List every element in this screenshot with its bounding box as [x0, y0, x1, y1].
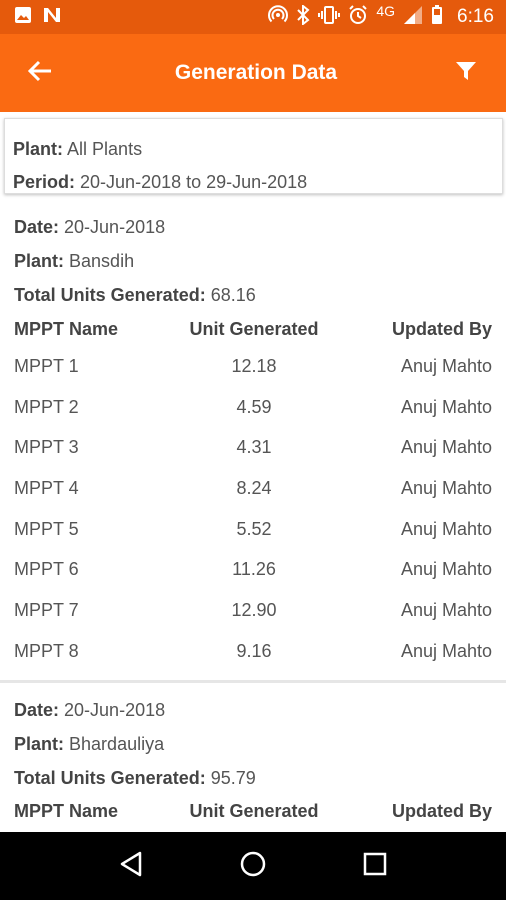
date-value: 20-Jun-2018	[64, 699, 166, 720]
date-value: 20-Jun-2018	[64, 217, 166, 237]
mppt-name-cell: MPPT 5	[14, 518, 79, 539]
updated-by-cell: Anuj Mahto	[400, 355, 492, 376]
block-date-row: Date: 20-Jun-2018	[14, 210, 492, 244]
image-notification-icon	[14, 6, 32, 29]
block-plant-row: Plant: Bansdih	[14, 244, 492, 278]
signal-icon	[403, 5, 423, 30]
plant-value: Bansdih	[69, 251, 135, 271]
filter-button[interactable]	[426, 34, 506, 112]
unit-generated-cell: 9.16	[236, 640, 272, 661]
column-header-unit-generated: Unit Generated	[189, 801, 319, 821]
table-header: MPPT Name Unit Generated Updated By	[14, 312, 492, 346]
circle-home-icon	[239, 850, 267, 883]
total-label: Total Units Generated:	[14, 767, 206, 788]
mppt-name-cell: MPPT 4	[14, 477, 79, 498]
table-row: MPPT 4 8.24 Anuj Mahto	[14, 468, 492, 509]
total-value: 95.79	[210, 767, 256, 788]
generation-block: Date: 20-Jun-2018 Plant: Bansdih Total U…	[0, 200, 506, 683]
page-title: Generation Data	[174, 61, 338, 84]
date-label: Date:	[14, 217, 60, 237]
updated-by-cell: Anuj Mahto	[400, 518, 492, 539]
unit-generated-cell: 4.59	[236, 396, 272, 417]
status-bar: 4G 6:16	[0, 0, 506, 34]
block-plant-row: Plant: Bhardauliya	[14, 727, 492, 761]
unit-generated-cell: 8.24	[236, 477, 272, 498]
mppt-name-cell: MPPT 7	[14, 599, 79, 620]
generation-block: Date: 20-Jun-2018 Plant: Bhardauliya Tot…	[0, 683, 506, 833]
plant-label: Plant:	[14, 251, 65, 271]
n-notification-icon	[42, 6, 62, 29]
nav-back-button[interactable]	[101, 836, 161, 896]
summary-plant-label: Plant:	[13, 139, 64, 159]
updated-by-cell: Anuj Mahto	[400, 640, 492, 661]
clock: 6:16	[457, 6, 494, 27]
nav-home-button[interactable]	[223, 836, 283, 896]
unit-generated-cell: 11.26	[232, 559, 276, 580]
battery-icon	[431, 4, 443, 30]
unit-generated-cell: 4.31	[236, 437, 272, 458]
block-date-row: Date: 20-Jun-2018	[14, 693, 492, 727]
plant-value: Bhardauliya	[69, 733, 165, 754]
updated-by-cell: Anuj Mahto	[400, 437, 492, 458]
column-header-updated-by: Updated By	[391, 801, 492, 821]
updated-by-cell: Anuj Mahto	[400, 477, 492, 498]
table-row: MPPT 5 5.52 Anuj Mahto	[14, 509, 492, 550]
table-row: MPPT 8 9.16 Anuj Mahto	[14, 631, 492, 672]
unit-generated-cell: 12.18	[231, 355, 277, 376]
table-row: MPPT 7 12.90 Anuj Mahto	[14, 590, 492, 631]
filter-icon	[455, 60, 477, 87]
summary-plant-row: Plant: All Plants	[13, 133, 502, 166]
summary-period-label: Period:	[13, 172, 76, 192]
system-navigation-bar	[0, 832, 506, 900]
mppt-name-cell: MPPT 1	[14, 355, 79, 376]
generation-list[interactable]: Date: 20-Jun-2018 Plant: Bansdih Total U…	[0, 200, 506, 832]
back-arrow-icon	[27, 59, 53, 88]
system-icons: 4G 6:16	[268, 3, 506, 30]
vibrate-icon	[318, 5, 341, 30]
summary-period-value: 20-Jun-2018 to 29-Jun-2018	[80, 172, 308, 192]
app-bar: Generation Data	[0, 34, 506, 112]
network-type-label: 4G	[376, 3, 396, 19]
mppt-name-cell: MPPT 8	[14, 640, 79, 661]
summary-period-row: Period: 20-Jun-2018 to 29-Jun-2018	[13, 166, 502, 199]
column-header-mppt-name: MPPT Name	[14, 801, 119, 821]
unit-generated-cell: 12.90	[231, 599, 277, 620]
alarm-icon	[348, 4, 368, 30]
total-label: Total Units Generated:	[14, 285, 206, 305]
column-header-mppt-name: MPPT Name	[14, 318, 119, 339]
back-button[interactable]	[0, 34, 80, 112]
table-row: MPPT 3 4.31 Anuj Mahto	[14, 427, 492, 468]
column-header-updated-by: Updated By	[391, 318, 492, 339]
mppt-name-cell: MPPT 6	[14, 559, 79, 580]
updated-by-cell: Anuj Mahto	[400, 599, 492, 620]
filter-summary-card: Plant: All Plants Period: 20-Jun-2018 to…	[4, 118, 503, 194]
square-recents-icon	[363, 852, 387, 881]
plant-label: Plant:	[14, 733, 65, 754]
block-total-row: Total Units Generated: 68.16	[14, 278, 492, 312]
mppt-name-cell: MPPT 2	[14, 396, 79, 417]
table-row: MPPT 2 4.59 Anuj Mahto	[14, 387, 492, 428]
updated-by-cell: Anuj Mahto	[400, 559, 492, 580]
block-total-row: Total Units Generated: 95.79	[14, 761, 492, 795]
date-label: Date:	[14, 699, 60, 720]
mppt-name-cell: MPPT 3	[14, 437, 79, 458]
table-row: MPPT 1 12.18 Anuj Mahto	[14, 346, 492, 387]
nav-recents-button[interactable]	[345, 836, 405, 896]
unit-generated-cell: 5.52	[236, 518, 272, 539]
column-header-unit-generated: Unit Generated	[189, 318, 319, 339]
triangle-back-icon	[118, 850, 144, 883]
summary-plant-value: All Plants	[67, 139, 143, 159]
bluetooth-icon	[296, 3, 310, 30]
table-header: MPPT Name Unit Generated Updated By	[14, 795, 492, 829]
updated-by-cell: Anuj Mahto	[400, 396, 492, 417]
hotspot-icon	[268, 4, 289, 30]
total-value: 68.16	[210, 285, 256, 305]
notification-icons	[0, 6, 62, 29]
table-row: MPPT 6 11.26 Anuj Mahto	[14, 549, 492, 590]
